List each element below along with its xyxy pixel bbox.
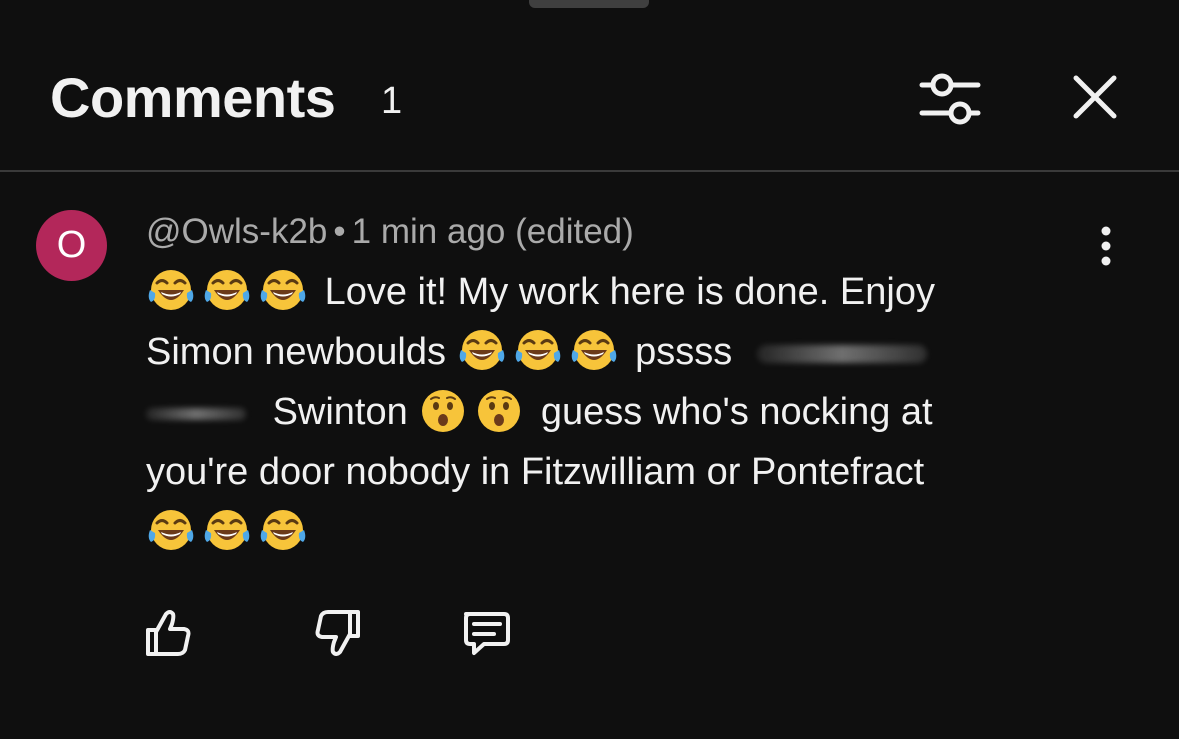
comment-text: Simon newboulds [146, 331, 446, 373]
dislike-button[interactable] [308, 604, 366, 662]
comment-text: you're door nobody in Fitzwilliam or Pon… [146, 451, 925, 493]
comment-text: pssss [635, 331, 733, 373]
comment-line: Simon newboulds pssss [146, 322, 1066, 382]
filter-button[interactable] [914, 64, 986, 136]
surprised-face-emoji [418, 386, 468, 436]
more-vertical-icon [1101, 226, 1111, 266]
laughing-tears-emoji [258, 506, 308, 556]
laughing-tears-emoji [146, 506, 196, 556]
comment-text: Love it! My work here is done. Enjoy [324, 271, 935, 313]
comment-line [146, 502, 1066, 562]
laughing-tears-emoji [569, 326, 619, 376]
redacted-text [756, 344, 927, 363]
reply-button[interactable] [456, 604, 514, 662]
laughing-tears-emoji [146, 266, 196, 316]
comment-line: you're door nobody in Fitzwilliam or Pon… [146, 442, 1066, 502]
avatar[interactable]: O [36, 210, 107, 281]
laughing-tears-emoji [457, 326, 507, 376]
thumbs-up-icon [146, 610, 191, 656]
meta-separator: • [333, 212, 346, 251]
comment-meta: @Owls-k2b • 1 min ago (edited) [146, 210, 634, 254]
comment-count: 1 [381, 80, 403, 122]
comments-header: Comments 1 [0, 0, 1179, 170]
laughing-tears-emoji [258, 266, 308, 316]
comment-line: Love it! My work here is done. Enjoy [146, 262, 1066, 322]
redacted-text [146, 407, 246, 420]
close-icon [1073, 75, 1117, 119]
sliders-icon [919, 73, 981, 125]
reply-icon [464, 612, 510, 655]
surprised-face-emoji [474, 386, 524, 436]
laughing-tears-emoji [202, 266, 252, 316]
author-handle[interactable]: @Owls-k2b [146, 212, 327, 251]
thumbs-down-icon [315, 610, 360, 656]
laughing-tears-emoji [202, 506, 252, 556]
close-button[interactable] [1060, 62, 1132, 134]
comment-text: Swinton [272, 391, 408, 433]
like-button[interactable] [140, 604, 198, 662]
laughing-tears-emoji [513, 326, 563, 376]
comment-text: guess who's nocking at [540, 391, 933, 433]
page-title: Comments [50, 66, 336, 129]
comment-time: 1 min ago (edited) [351, 212, 634, 251]
header-divider [0, 170, 1179, 172]
comment-menu-button[interactable] [1086, 222, 1126, 270]
comment-body: Love it! My work here is done. Enjoy Sim… [146, 262, 1066, 562]
comment-line: Swinton guess who's nocking at [146, 382, 1066, 442]
